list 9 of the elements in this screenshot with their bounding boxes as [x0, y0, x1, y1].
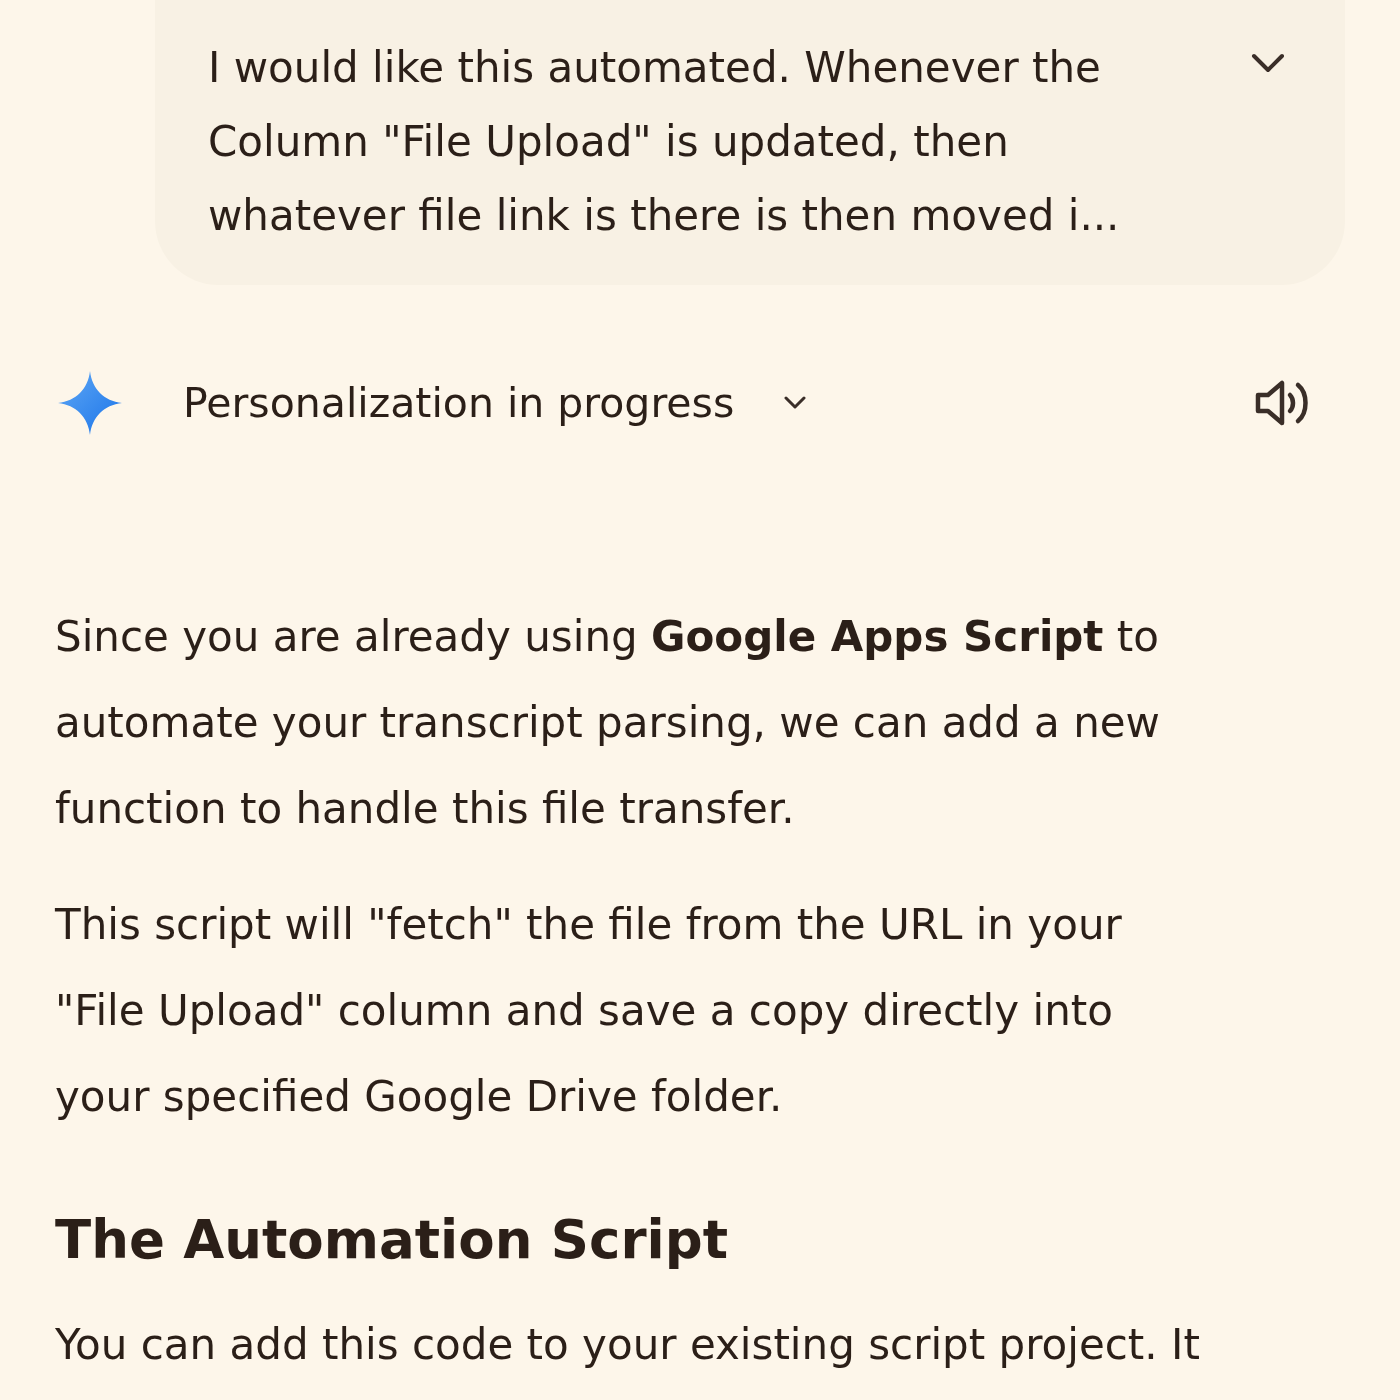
chevron-icon[interactable] — [784, 396, 807, 410]
paragraph-text: You can add this code to your existing script project. It — [55, 1319, 1201, 1371]
user-message-text: I would like this automated. Whenever the Column "File Upload" is updated, then whatever file link is there is then moved i... — [208, 42, 1121, 242]
paragraph-text: This script will "fetch" the file from the URL in your "File Upload" column and save a copy directly into your specified Google Drive folder. — [55, 899, 1123, 1123]
chevron-icon[interactable] — [1251, 53, 1285, 73]
status-text: Personalization in progress — [183, 379, 735, 427]
section-heading: The Automation Script — [55, 1208, 730, 1272]
paragraph-text: Since you are already using Google Apps Script to automate your transcript parsing, we can add a new function to handle this file transfer. — [55, 611, 1161, 835]
sparkle-icon — [58, 371, 122, 435]
